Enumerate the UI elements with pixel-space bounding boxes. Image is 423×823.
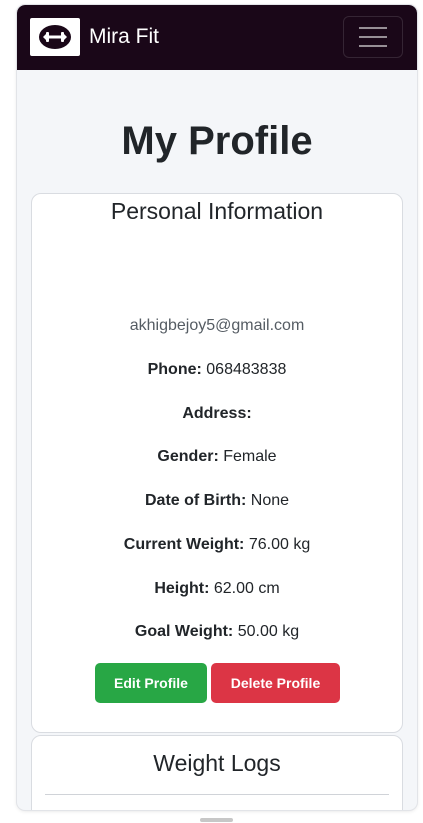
dob-row: Date of Birth: None <box>32 491 402 511</box>
hamburger-line <box>359 27 387 29</box>
hamburger-line <box>359 45 387 47</box>
hamburger-line <box>359 36 387 38</box>
gender-row: Gender: Female <box>32 447 402 467</box>
brand-name[interactable]: Mira Fit <box>89 25 159 49</box>
email-text: akhigbejoy5@gmail.com <box>129 317 305 334</box>
current-weight-value: 76.00 kg <box>248 536 311 553</box>
phone-row: Phone: 068483838 <box>32 360 402 380</box>
goal-weight-value: 50.00 kg <box>237 623 300 640</box>
weight-logs-title: Weight Logs <box>153 750 281 776</box>
gender-label: Gender: <box>157 448 219 465</box>
phone-label: Phone: <box>147 361 202 378</box>
current-weight-row: Current Weight: 76.00 kg <box>32 535 402 555</box>
gender-value: Female <box>223 448 277 465</box>
edit-profile-button[interactable]: Edit Profile <box>95 663 207 703</box>
current-weight-label: Current Weight: <box>123 536 245 553</box>
dumbbell-icon[interactable] <box>30 18 80 56</box>
address-row: Address: <box>32 404 402 424</box>
address-label: Address: <box>182 405 252 422</box>
hamburger-icon[interactable] <box>343 16 403 58</box>
height-row: Height: 62.00 cm <box>32 579 402 599</box>
goal-weight-row: Goal Weight: 50.00 kg <box>32 622 402 642</box>
page-title: My Profile <box>121 119 313 163</box>
personal-info-title: Personal Information <box>110 198 324 224</box>
dumbbell-icon-graphic <box>39 25 71 49</box>
navbar: Mira Fit <box>17 5 417 70</box>
height-label: Height: <box>154 580 210 597</box>
goal-weight-label: Goal Weight: <box>134 623 234 640</box>
personal-info-card: Personal Information akhigbejoy5@gmail.c… <box>31 193 403 733</box>
weight-logs-card: Weight Logs <box>31 735 403 810</box>
app-window: Mira Fit My Profile Personal Information… <box>17 5 417 810</box>
dob-value: None <box>250 492 290 509</box>
height-value: 62.00 cm <box>213 580 280 597</box>
home-indicator <box>200 818 233 822</box>
dob-label: Date of Birth: <box>144 492 247 509</box>
phone-value: 068483838 <box>206 361 287 378</box>
delete-profile-button[interactable]: Delete Profile <box>211 663 340 703</box>
weight-logs-divider <box>45 794 389 795</box>
